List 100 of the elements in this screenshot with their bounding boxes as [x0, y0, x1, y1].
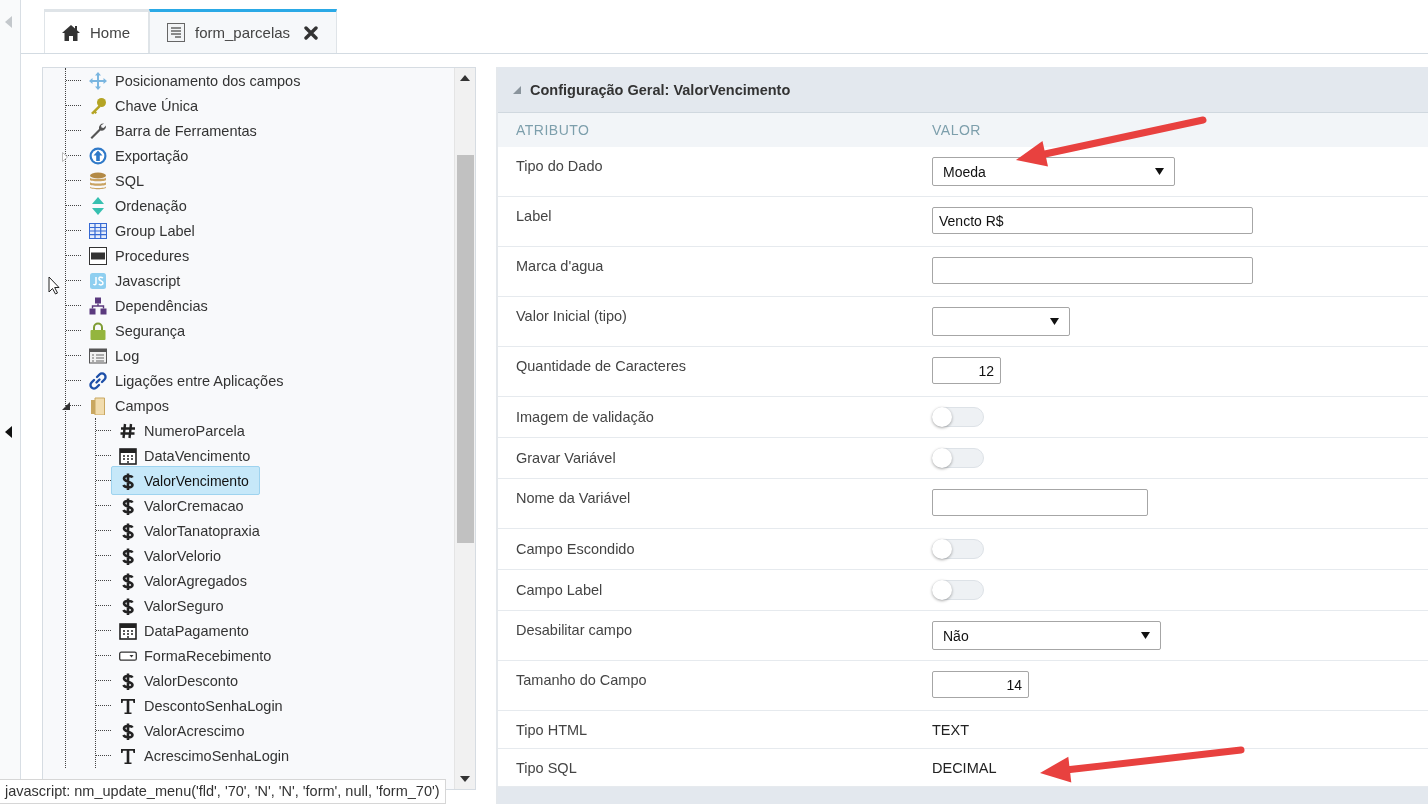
dollar-icon [119, 671, 137, 690]
attribute-label: Imagem de validação [516, 409, 655, 425]
tree-item[interactable]: Javascript [81, 269, 188, 292]
wrench-icon [89, 121, 107, 140]
dollar-icon [119, 496, 137, 515]
tree-item[interactable]: DescontoSenhaLogin [111, 694, 290, 717]
calendar-icon [119, 621, 137, 640]
attribute-label: Campo Escondido [516, 541, 636, 557]
calendar-icon [119, 446, 137, 465]
text-icon [119, 746, 137, 765]
tree-item[interactable]: NumeroParcela [111, 419, 252, 442]
tree-item[interactable]: ValorAcrescimo [111, 719, 252, 742]
tree-item[interactable]: DataVencimento [111, 444, 258, 467]
link-icon [89, 371, 107, 390]
tab[interactable]: Home [44, 9, 149, 53]
tree-item[interactable]: Procedures [81, 244, 197, 267]
tree-item[interactable]: Campos [81, 394, 176, 417]
close-icon[interactable] [304, 25, 319, 40]
attribute-label: Tamanho do Campo [516, 671, 648, 690]
dropdown[interactable] [932, 307, 1070, 336]
home-icon [62, 24, 80, 41]
tree-item[interactable]: ValorCremacao [111, 494, 251, 517]
value-text: DECIMAL [932, 759, 997, 776]
attribute-label: Gravar Variável [516, 450, 617, 466]
tree-item[interactable]: Log [81, 344, 147, 367]
script-icon [89, 271, 107, 290]
scroll-down-icon[interactable] [460, 776, 470, 782]
scrollbar-thumb[interactable] [456, 155, 474, 543]
dollar-icon [119, 546, 137, 565]
tree-item[interactable]: ValorVelorio [111, 544, 229, 567]
tree-item[interactable]: Ordenação [81, 194, 194, 217]
log-icon [89, 346, 107, 365]
attribute-label: Desabilitar campo [516, 621, 634, 640]
mouse-cursor-icon [48, 276, 60, 295]
caret-icon [1155, 168, 1164, 175]
input-field[interactable]: 14 [932, 671, 1029, 698]
lock-icon [89, 321, 107, 340]
dropdown[interactable]: Não [932, 621, 1161, 650]
tree-item[interactable]: ValorVencimento [111, 466, 260, 495]
column-title: VALOR [932, 122, 982, 138]
code-file-icon [89, 246, 107, 265]
hash-icon [119, 421, 137, 440]
folder-icon [89, 396, 107, 415]
document-icon [167, 23, 185, 42]
collapsed-arrow-icon[interactable] [62, 152, 68, 162]
grid-icon [89, 221, 107, 240]
caret-icon [1141, 632, 1150, 639]
tree-item[interactable]: Exportação [81, 144, 196, 167]
column-title: ATRIBUTO [516, 122, 591, 138]
toggle-switch[interactable] [932, 580, 984, 600]
input-field[interactable]: 12 [932, 357, 1001, 384]
toggle-switch[interactable] [932, 407, 984, 427]
attribute-label: Nome da Variável [516, 489, 632, 508]
sort-icon [89, 196, 107, 215]
dollar-icon [119, 721, 137, 740]
scrollbar[interactable] [454, 68, 475, 789]
tree-item[interactable]: Dependências [81, 294, 215, 317]
move-icon [89, 71, 107, 90]
value-text: TEXT [932, 721, 970, 738]
attribute-label: Valor Inicial (tipo) [516, 307, 628, 326]
dropdown[interactable]: Moeda [932, 157, 1175, 186]
dollar-icon [119, 571, 137, 590]
tree-item[interactable]: Barra de Ferramentas [81, 119, 264, 142]
tree-item[interactable]: FormaRecebimento [111, 644, 279, 667]
input-field[interactable]: Vencto R$ [932, 207, 1253, 234]
section-header[interactable]: Configuração Geral: ValorVencimento [498, 67, 1428, 113]
attribute-label: Campo Label [516, 582, 604, 598]
toggle-switch[interactable] [932, 448, 984, 468]
tab[interactable]: form_parcelas [149, 9, 338, 53]
tree-item[interactable]: Segurança [81, 319, 193, 342]
caret-icon [1050, 318, 1059, 325]
tree-item[interactable]: Posicionamento dos campos [81, 69, 308, 92]
toggle-switch[interactable] [932, 539, 984, 559]
tree-item[interactable]: ValorSeguro [111, 594, 231, 617]
database-icon [89, 171, 107, 190]
input-field[interactable] [932, 257, 1253, 284]
scroll-up-icon[interactable] [460, 75, 470, 81]
upload-icon [89, 146, 107, 165]
tree-item[interactable]: DataPagamento [111, 619, 256, 642]
tree-item[interactable]: SQL [81, 169, 151, 192]
hierarchy-icon [89, 296, 107, 315]
dollar-icon [119, 471, 137, 490]
dollar-icon [119, 521, 137, 540]
attribute-label: Tipo HTML [516, 721, 589, 738]
collapse-arrow-icon[interactable] [5, 426, 12, 438]
attribute-label: Tipo do Dado [516, 157, 604, 176]
attribute-label: Label [516, 207, 553, 226]
section-title: Configuração Geral: ValorVencimento [530, 81, 791, 98]
tree-item[interactable]: ValorAgregados [111, 569, 254, 592]
dollar-icon [119, 596, 137, 615]
attribute-label: Quantidade de Caracteres [516, 357, 688, 376]
attribute-label: Marca d'agua [516, 257, 605, 276]
tree-item[interactable]: AcrescimoSenhaLogin [111, 744, 297, 767]
expanded-arrow-icon[interactable] [62, 402, 70, 410]
tree-item[interactable]: Group Label [81, 219, 202, 242]
tree-item[interactable]: ValorTanatopraxia [111, 519, 267, 542]
tree-item[interactable]: Chave Única [81, 94, 205, 117]
tree-item[interactable]: ValorDesconto [111, 669, 246, 692]
input-field[interactable] [932, 489, 1148, 516]
tree-item[interactable]: Ligações entre Aplicações [81, 369, 291, 392]
